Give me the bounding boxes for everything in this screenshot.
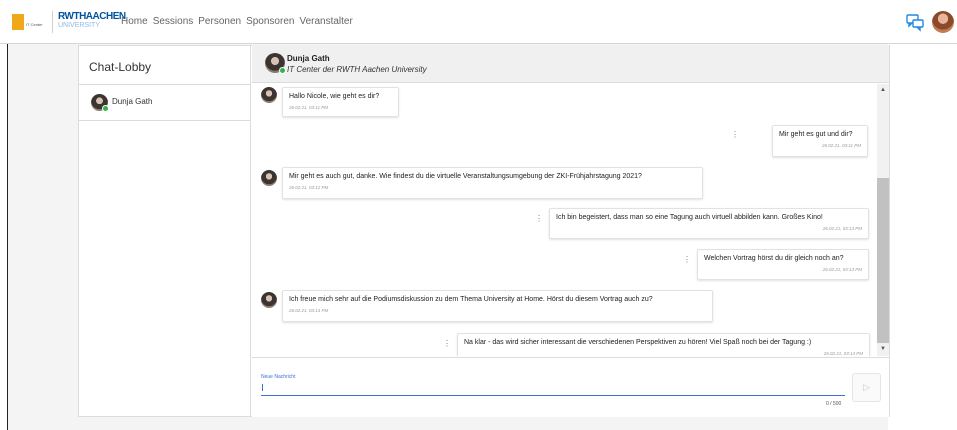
rwth-logo-main: RWTHAACHEN xyxy=(58,11,126,22)
message-timestamp: 26.02.21, 03:11 PM xyxy=(822,143,861,148)
nav-home[interactable]: Home xyxy=(121,16,148,27)
message-bubble[interactable]: Ich bin begeistert, dass man so eine Tag… xyxy=(549,208,869,239)
message-bubble[interactable]: Hallo Nicole, wie geht es dir? 26.02.21,… xyxy=(282,87,399,117)
message-avatar xyxy=(261,292,277,308)
it-center-logo[interactable]: IT Center xyxy=(12,14,46,30)
message-timestamp: 26.02.21, 03:12 PM xyxy=(289,185,329,190)
message-text: Mir geht es auch gut, danke. Wie findest… xyxy=(289,173,642,180)
nav-sponsoren[interactable]: Sponsoren xyxy=(246,16,294,27)
send-button[interactable]: ▷ xyxy=(852,373,881,402)
partner-organization: IT Center der RWTH Aachen University xyxy=(287,65,427,74)
chat-bubbles-icon[interactable] xyxy=(905,12,925,32)
message-bubble[interactable]: Mir geht es gut und dir? 26.02.21, 03:11… xyxy=(772,125,868,157)
message-bubble[interactable]: Ich freue mich sehr auf die Podiumsdisku… xyxy=(282,290,713,322)
sidebar-item-label: Dunja Gath xyxy=(112,97,153,106)
message-timestamp: 26.02.21, 03:14 PM xyxy=(823,351,863,356)
message-bubble[interactable]: Na klar - das wird sicher interessant di… xyxy=(457,333,870,356)
chat-header: Dunja Gath IT Center der RWTH Aachen Uni… xyxy=(252,45,889,83)
message-bubble[interactable]: Mir geht es auch gut, danke. Wie findest… xyxy=(282,167,703,199)
new-message-label: Neue Nachricht xyxy=(261,374,296,380)
message-options-icon[interactable]: ⋮ xyxy=(731,131,739,139)
message-timestamp: 26.02.21, 03:13 PM xyxy=(822,226,862,231)
nav-veranstalter[interactable]: Veranstalter xyxy=(299,16,352,27)
left-gutter xyxy=(0,44,8,430)
it-center-logo-text: IT Center xyxy=(26,22,43,27)
rwth-logo-sub: UNIVERSITY xyxy=(58,22,101,29)
message-timestamp: 26.02.21, 03:11 PM xyxy=(289,105,328,110)
message-composer xyxy=(252,357,889,417)
message-text: Na klar - das wird sicher interessant di… xyxy=(464,339,812,346)
partner-name: Dunja Gath xyxy=(287,54,330,63)
message-text: Hallo Nicole, wie geht es dir? xyxy=(289,93,380,100)
message-options-icon[interactable]: ⋮ xyxy=(683,256,691,264)
scroll-down-icon[interactable]: ▼ xyxy=(880,346,886,352)
message-options-icon[interactable]: ⋮ xyxy=(535,215,543,223)
contact-list xyxy=(78,121,251,417)
message-bubble[interactable]: Welchen Vortrag hörst du dir gleich noch… xyxy=(697,249,869,280)
rwth-logo[interactable]: RWTHAACHEN UNIVERSITY xyxy=(52,11,126,33)
message-options-icon[interactable]: ⋮ xyxy=(443,340,451,348)
main-nav: Home Sessions Personen Sponsoren Veranstalte… xyxy=(121,16,358,27)
nav-sessions[interactable]: Sessions xyxy=(153,16,194,27)
scroll-up-icon[interactable]: ▲ xyxy=(880,87,886,93)
nav-personen[interactable]: Personen xyxy=(198,16,241,27)
message-text: Welchen Vortrag hörst du dir gleich noch… xyxy=(704,255,844,262)
message-timestamp: 26.02.21, 03:13 PM xyxy=(822,267,862,272)
scrollbar-thumb[interactable] xyxy=(877,178,889,343)
new-message-input[interactable] xyxy=(262,384,263,391)
online-status-icon xyxy=(102,105,109,112)
message-avatar xyxy=(261,87,277,103)
message-list[interactable]: Hallo Nicole, wie geht es dir? 26.02.21,… xyxy=(252,84,877,356)
chat-lobby-title: Chat-Lobby xyxy=(78,45,251,85)
character-counter: 0 / 500 xyxy=(826,401,842,407)
it-center-logo-mark xyxy=(12,14,24,30)
input-underline xyxy=(261,395,845,396)
right-gutter xyxy=(888,44,957,430)
message-avatar xyxy=(261,170,277,186)
online-status-icon xyxy=(279,67,286,74)
message-text: Ich bin begeistert, dass man so eine Tag… xyxy=(556,214,823,221)
message-text: Mir geht es gut und dir? xyxy=(779,131,853,138)
send-icon: ▷ xyxy=(863,382,870,392)
sidebar-item-dunja-gath[interactable]: Dunja Gath xyxy=(78,85,251,121)
message-timestamp: 26.02.21, 03:14 PM xyxy=(289,308,329,313)
user-avatar[interactable] xyxy=(932,11,954,33)
message-text: Ich freue mich sehr auf die Podiumsdisku… xyxy=(289,296,653,303)
top-navigation-bar: IT Center RWTHAACHEN UNIVERSITY Home Sess… xyxy=(0,0,957,44)
